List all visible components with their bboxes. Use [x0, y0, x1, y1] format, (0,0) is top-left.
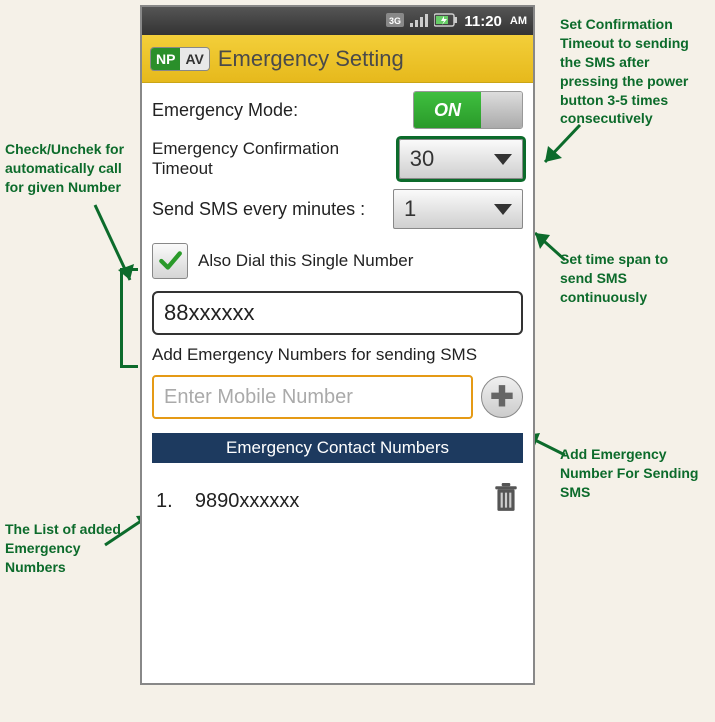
svg-text:3G: 3G	[389, 16, 401, 26]
add-number-placeholder: Enter Mobile Number	[164, 386, 353, 409]
row-add-number: Enter Mobile Number ✚	[152, 375, 523, 419]
header-contact-numbers: Emergency Contact Numbers	[152, 433, 523, 463]
content-area: Emergency Mode: ON Emergency Confirmatio…	[142, 83, 533, 683]
annotation-check: Check/Unchek for automatically call for …	[5, 140, 135, 197]
clock-ampm: AM	[510, 15, 527, 27]
row-emergency-mode: Emergency Mode: ON	[152, 91, 523, 129]
list-item-text: 1. 9890xxxxxx	[156, 490, 299, 513]
page-title: Emergency Setting	[218, 46, 404, 72]
dial-number-value: 88xxxxxx	[164, 300, 254, 326]
arrow-check	[90, 200, 140, 290]
label-timeout: Emergency Confirmation Timeout	[152, 139, 391, 179]
status-bar: 3G 11:20 AM	[142, 7, 533, 35]
select-timeout[interactable]: 30	[399, 139, 523, 179]
chevron-down-icon	[494, 204, 512, 215]
list-item-number: 9890xxxxxx	[195, 490, 300, 512]
clock-time: 11:20	[464, 13, 502, 30]
network-3g-icon: 3G	[386, 13, 404, 30]
toggle-off-side	[481, 92, 522, 128]
checkbox-also-dial[interactable]	[152, 243, 188, 279]
delete-button[interactable]	[493, 483, 519, 519]
label-add-numbers: Add Emergency Numbers for sending SMS	[152, 345, 523, 365]
row-timeout: Emergency Confirmation Timeout 30	[152, 139, 523, 179]
input-add-number[interactable]: Enter Mobile Number	[152, 375, 473, 419]
toggle-on-text: ON	[414, 92, 481, 128]
annotation-timeout: Set Confirmation Timeout to sending the …	[560, 15, 710, 128]
logo-av: AV	[180, 48, 208, 70]
chevron-down-icon	[494, 154, 512, 165]
input-dial-number[interactable]: 88xxxxxx	[152, 291, 523, 335]
annotation-interval: Set time span to send SMS continuously	[560, 250, 700, 307]
select-timeout-value: 30	[410, 146, 434, 172]
label-emergency-mode: Emergency Mode:	[152, 100, 298, 121]
plus-icon: ✚	[490, 383, 513, 411]
battery-icon	[434, 13, 458, 30]
toggle-emergency-mode[interactable]: ON	[413, 91, 523, 129]
arrow-interval	[530, 225, 570, 265]
annotation-add: Add Emergency Number For Sending SMS	[560, 445, 710, 502]
check-icon	[157, 248, 183, 274]
arrow-timeout	[540, 120, 590, 170]
list-item-index: 1.	[156, 490, 173, 512]
title-bar: NPAV Emergency Setting	[142, 35, 533, 83]
add-button[interactable]: ✚	[481, 376, 523, 418]
select-interval[interactable]: 1	[393, 189, 523, 229]
row-dial-check: Also Dial this Single Number	[152, 239, 523, 281]
row-interval: Send SMS every minutes : 1	[152, 189, 523, 229]
select-interval-value: 1	[404, 196, 416, 222]
trash-icon	[493, 483, 519, 513]
label-also-dial: Also Dial this Single Number	[198, 251, 413, 271]
signal-icon	[410, 13, 428, 30]
logo-np: NP	[151, 48, 180, 70]
list-item: 1. 9890xxxxxx	[152, 473, 523, 529]
phone-frame: 3G 11:20 AM NPAV Emergency Setting Emerge…	[140, 5, 535, 685]
label-interval: Send SMS every minutes :	[152, 199, 365, 220]
app-logo: NPAV	[150, 47, 210, 71]
